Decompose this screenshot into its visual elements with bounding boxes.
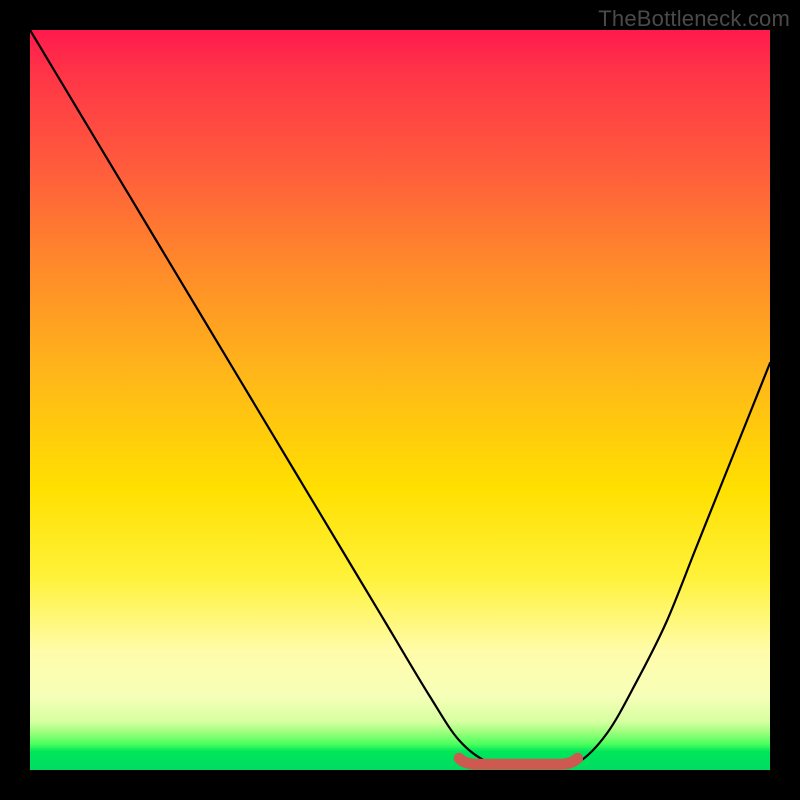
optimal-range-marker	[459, 758, 577, 764]
chart-frame: TheBottleneck.com	[0, 0, 800, 800]
watermark-text: TheBottleneck.com	[598, 6, 790, 32]
plot-area	[30, 30, 770, 770]
bottleneck-curve	[30, 30, 770, 767]
bottleneck-curve-svg	[30, 30, 770, 770]
